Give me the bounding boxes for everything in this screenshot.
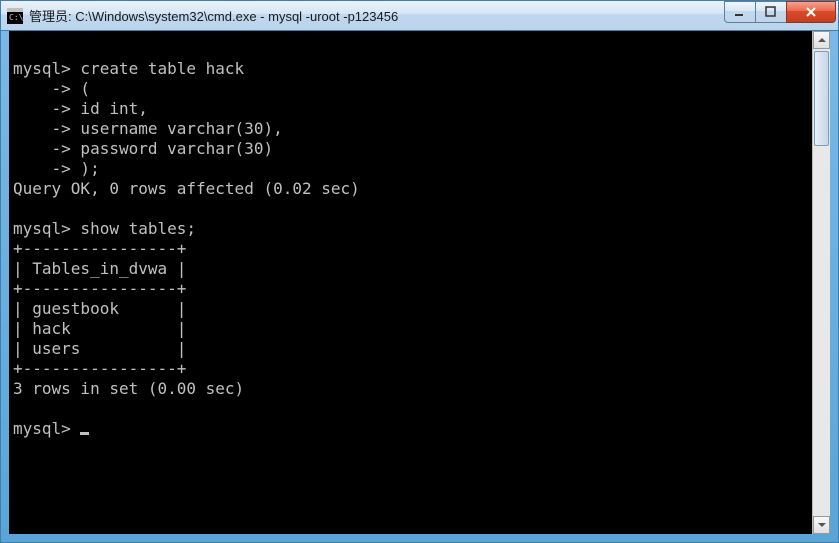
client-area: mysql> create table hack -> ( -> id int,… [9,31,830,534]
svg-text:C:\: C:\ [9,13,23,22]
minimize-button[interactable] [724,1,756,23]
vertical-scrollbar[interactable] [812,31,830,534]
scroll-up-button[interactable] [813,31,830,49]
maximize-icon [765,6,777,18]
terminal-cursor [80,432,89,435]
close-icon [804,5,818,19]
terminal-output[interactable]: mysql> create table hack -> ( -> id int,… [9,31,812,534]
maximize-button[interactable] [755,1,787,23]
window-title: 管理员: C:\Windows\system32\cmd.exe - mysql… [29,6,725,25]
chevron-down-icon [818,522,826,528]
cmd-icon: C:\ [7,8,23,24]
titlebar[interactable]: C:\ 管理员: C:\Windows\system32\cmd.exe - m… [1,1,838,31]
scrollbar-thumb[interactable] [814,51,829,146]
close-button[interactable] [786,1,836,23]
window-controls [725,1,836,23]
scrollbar-track[interactable] [813,49,830,516]
terminal-text: mysql> create table hack -> ( -> id int,… [13,59,360,438]
scroll-down-button[interactable] [813,516,830,534]
app-window: C:\ 管理员: C:\Windows\system32\cmd.exe - m… [0,0,839,543]
chevron-up-icon [818,37,826,43]
minimize-icon [734,6,746,18]
